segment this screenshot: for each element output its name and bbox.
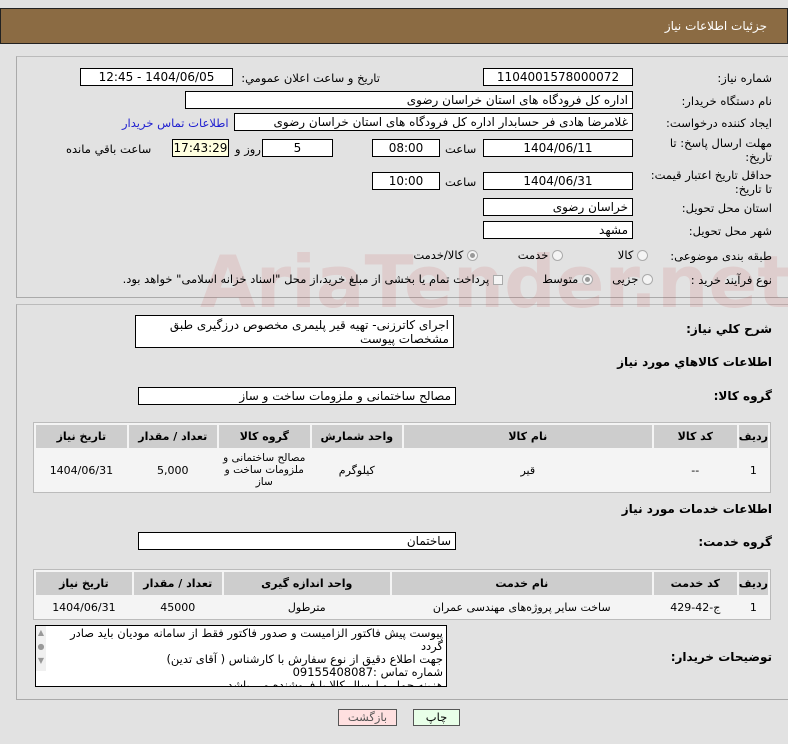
buyer-org-field: اداره کل فرودگاه های استان خراسان رضوی	[185, 91, 633, 109]
radio-icon[interactable]	[637, 250, 648, 261]
province-label: استان محل تحویل:	[681, 201, 772, 215]
goods-group-field: مصالح ساختمانی و ملزومات ساخت و ساز	[138, 387, 456, 405]
payment-note: پرداخت تمام یا بخشی از مبلغ خرید،از محل …	[122, 272, 490, 286]
notes-scrollbar[interactable]: ▲ ● ▼	[36, 626, 46, 671]
buyer-contact-link[interactable]: اطلاعات تماس خریدار	[122, 116, 229, 130]
option-label: خدمت	[517, 248, 549, 262]
days-field: 5	[262, 139, 333, 157]
table-header: ردیف کد خدمت نام خدمت واحد اندازه گیری ت…	[36, 572, 768, 595]
page-header: جزئیات اطلاعات نیاز	[0, 8, 788, 44]
checkbox-icon[interactable]	[493, 274, 503, 285]
col-header: تاریخ نیاز	[36, 572, 132, 595]
deadline-label: مهلت ارسال پاسخ: تا تاریخ:	[669, 136, 772, 164]
description-field[interactable]: اجرای کاترزنی- تهیه قیر پلیمری مخصوص درز…	[135, 315, 454, 348]
col-header: ردیف	[738, 572, 768, 595]
service-group-field: ساختمان	[138, 532, 456, 550]
category-option-goods[interactable]: کالا	[618, 248, 648, 262]
province-field: خراسان رضوی	[483, 198, 633, 216]
need-number-label: شماره نیاز:	[717, 71, 772, 85]
need-number-field: 1104001578000072	[483, 68, 633, 86]
process-option-minor[interactable]: جزیی	[612, 272, 653, 286]
col-header: نام کالا	[403, 425, 652, 448]
table-header: ردیف کد کالا نام کالا واحد شمارش گروه کا…	[36, 425, 768, 448]
cell: قیر	[403, 450, 652, 490]
col-header: کد کالا	[653, 425, 737, 448]
cell: کیلوگرم	[311, 450, 402, 490]
cell: 5,000	[128, 450, 217, 490]
option-label: کالا/خدمت	[413, 248, 464, 262]
cell: --	[653, 450, 737, 490]
table-row: 1 -- قیر کیلوگرم مصالح ساختمانی و ملزوما…	[36, 450, 768, 490]
col-header: تاریخ نیاز	[36, 425, 127, 448]
note-line: پیوست پیش فاکتور الزامیست و صدور فاکتور …	[70, 626, 443, 653]
cell: 1	[738, 450, 768, 490]
category-option-service[interactable]: خدمت	[518, 248, 563, 262]
buyer-notes-label: توضیحات خریدار:	[670, 650, 772, 664]
city-label: شهر محل تحویل:	[688, 224, 772, 238]
buyer-org-label: نام دستگاه خریدار:	[681, 94, 772, 108]
creator-label: ایجاد کننده درخواست:	[666, 116, 772, 130]
cell: مترطول	[223, 597, 390, 617]
cell: 1404/06/31	[36, 450, 127, 490]
cell: 45000	[133, 597, 222, 617]
category-option-both[interactable]: کالا/خدمت	[413, 248, 518, 262]
deadline-time-label: ساعت	[445, 142, 477, 156]
payment-option[interactable]: پرداخت تمام یا بخشی از مبلغ خرید،از محل …	[123, 272, 503, 286]
services-table: ردیف کد خدمت نام خدمت واحد اندازه گیری ت…	[33, 569, 771, 620]
announce-field: 1404/06/05 - 12:45	[80, 68, 233, 86]
process-label: نوع فرآیند خرید :	[690, 273, 772, 287]
creator-field: غلامرضا هادی فر حسابدار اداره کل فرودگاه…	[234, 113, 633, 131]
radio-icon[interactable]	[642, 274, 653, 285]
col-header: واحد اندازه گیری	[223, 572, 390, 595]
city-field: مشهد	[483, 221, 633, 239]
back-button[interactable]: بازگشت	[338, 709, 397, 726]
goods-heading: اطلاعات کالاهاي مورد نیاز	[617, 355, 772, 369]
validity-time-label: ساعت	[445, 175, 477, 189]
col-header: گروه کالا	[218, 425, 310, 448]
validity-date-field: 1404/06/31	[483, 172, 633, 190]
days-label: روز و	[235, 142, 261, 156]
validity-time-field: 10:00	[372, 172, 440, 190]
radio-icon[interactable]	[467, 250, 478, 261]
radio-icon[interactable]	[582, 274, 593, 285]
deadline-time-field: 08:00	[372, 139, 440, 157]
radio-icon[interactable]	[552, 250, 563, 261]
print-button[interactable]: چاپ	[413, 709, 460, 726]
col-header: نام خدمت	[391, 572, 652, 595]
remaining-label: ساعت باقي مانده	[66, 142, 152, 156]
category-label: طبقه بندی موضوعی:	[670, 249, 772, 263]
validity-label: حداقل تاریخ اعتبار قیمت: تا تاریخ:	[650, 168, 772, 196]
description-label: شرح كلي نیاز:	[686, 322, 772, 336]
cell: 1404/06/31	[36, 597, 132, 617]
cell: 1	[738, 597, 768, 617]
service-group-label: گروه خدمت:	[698, 535, 772, 549]
option-label: متوسط	[542, 272, 579, 286]
deadline-date-field: 1404/06/11	[483, 139, 633, 157]
col-header: کد خدمت	[653, 572, 737, 595]
cell: ساخت سایر پروژه‌های مهندسی عمران	[391, 597, 652, 617]
col-header: ردیف	[738, 425, 768, 448]
col-header: تعداد / مقدار	[133, 572, 222, 595]
services-heading: اطلاعات خدمات مورد نیاز	[621, 502, 772, 516]
note-line: هزینه حمل و ارسال کالا با فروشنده می باش…	[227, 678, 443, 687]
announce-label: تاریخ و ساعت اعلان عمومي:	[241, 71, 380, 85]
remaining-time-field: 17:43:29	[172, 139, 229, 157]
buyer-notes-field[interactable]: پیوست پیش فاکتور الزامیست و صدور فاکتور …	[35, 625, 447, 687]
cell: ج-42-429	[653, 597, 737, 617]
option-label: کالا	[617, 248, 634, 262]
goods-table: ردیف کد کالا نام کالا واحد شمارش گروه کا…	[33, 422, 771, 493]
col-header: واحد شمارش	[311, 425, 402, 448]
goods-group-label: گروه کالا:	[713, 389, 772, 403]
option-label: جزیی	[612, 272, 639, 286]
cell: مصالح ساختمانی و ملزومات ساخت و ساز	[218, 450, 310, 490]
process-option-medium[interactable]: متوسط	[542, 272, 593, 286]
table-row: 1 ج-42-429 ساخت سایر پروژه‌های مهندسی عم…	[36, 597, 768, 617]
col-header: تعداد / مقدار	[128, 425, 217, 448]
